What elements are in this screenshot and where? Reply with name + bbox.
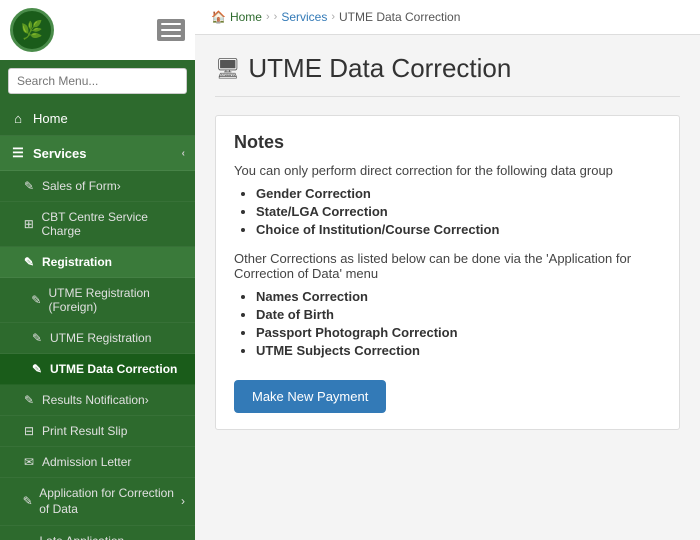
breadcrumb-current: UTME Data Correction	[339, 10, 460, 24]
sidebar-item-utme-registration[interactable]: ✎ UTME Registration	[0, 323, 195, 354]
sidebar-item-results-notification[interactable]: ✎ Results Notification ›	[0, 385, 195, 416]
sidebar-item-late-app-label: Late Application (Regularisation)	[39, 534, 181, 540]
other-corrections-list: Names Correction Date of Birth Passport …	[256, 289, 661, 358]
page-title-icon: 🖥	[215, 56, 240, 81]
other-item-1: Names Correction	[256, 289, 661, 304]
services-icon: ☰	[10, 145, 26, 161]
direct-item-3: Choice of Institution/Course Correction	[256, 222, 661, 237]
sidebar-logo: 🌿	[0, 0, 195, 60]
sidebar-item-print-label: Print Result Slip	[42, 424, 127, 438]
main-content: 🏠 Home › › Services › UTME Data Correcti…	[195, 0, 700, 540]
other-corrections-desc: Other Corrections as listed below can be…	[234, 251, 661, 281]
notes-title: Notes	[234, 132, 661, 153]
services-chevron-icon: ‹	[182, 148, 185, 159]
sidebar-item-admission-label: Admission Letter	[42, 455, 131, 469]
search-input[interactable]	[8, 68, 187, 94]
sidebar-item-application-correction[interactable]: ✎ Application for Correction of Data ›	[0, 478, 195, 526]
sidebar-item-utme-registration-label: UTME Registration	[50, 331, 151, 345]
sidebar-item-sales-of-form[interactable]: ✎ Sales of Form ›	[0, 171, 195, 202]
search-box	[0, 60, 195, 102]
app-correction-icon: ✎	[22, 494, 33, 510]
sidebar-item-utme-data-correction-label: UTME Data Correction	[50, 362, 177, 376]
sidebar-item-home-label: Home	[33, 111, 68, 126]
other-item-3: Passport Photograph Correction	[256, 325, 661, 340]
sidebar-item-results-label: Results Notification	[42, 393, 145, 407]
hamburger-button[interactable]	[157, 19, 185, 41]
content-area: 🖥 UTME Data Correction Notes You can onl…	[195, 35, 700, 464]
breadcrumb-home-icon: 🏠	[211, 10, 226, 24]
sidebar-item-late-application[interactable]: ⊕ Late Application (Regularisation) ›	[0, 526, 195, 540]
page-title-text: UTME Data Correction	[248, 53, 511, 84]
results-chevron-icon: ›	[145, 393, 149, 407]
notes-description: You can only perform direct correction f…	[234, 163, 661, 178]
admission-icon: ✉	[22, 455, 36, 469]
sidebar-item-utme-data-correction[interactable]: ✎ UTME Data Correction	[0, 354, 195, 385]
breadcrumb-sep2: ›	[274, 11, 278, 23]
sidebar-item-print-result[interactable]: ⊟ Print Result Slip	[0, 416, 195, 447]
sidebar-item-services-label: Services	[33, 146, 87, 161]
breadcrumb: 🏠 Home › › Services › UTME Data Correcti…	[195, 0, 700, 35]
sidebar-item-services[interactable]: ☰ Services ‹	[0, 136, 195, 171]
breadcrumb-services[interactable]: Services	[281, 10, 327, 24]
print-icon: ⊟	[22, 424, 36, 438]
notes-section: Notes You can only perform direct correc…	[215, 115, 680, 430]
sidebar-item-cbt-label: CBT Centre Service Charge	[41, 210, 185, 238]
breadcrumb-sep1: ›	[266, 11, 270, 23]
utme-reg-icon: ✎	[30, 331, 44, 345]
make-new-payment-button[interactable]: Make New Payment	[234, 380, 386, 413]
sidebar: 🌿 ⌂ Home ☰ Services ‹ ✎ Sales of Form › …	[0, 0, 195, 540]
sidebar-item-registration[interactable]: ✎ Registration	[0, 247, 195, 278]
sales-icon: ✎	[22, 179, 36, 193]
sidebar-item-sales-label: Sales of Form	[42, 179, 117, 193]
sidebar-item-admission-letter[interactable]: ✉ Admission Letter	[0, 447, 195, 478]
direct-item-2: State/LGA Correction	[256, 204, 661, 219]
results-icon: ✎	[22, 393, 36, 407]
home-icon: ⌂	[10, 111, 26, 126]
sidebar-item-home[interactable]: ⌂ Home	[0, 102, 195, 136]
page-title: 🖥 UTME Data Correction	[215, 53, 680, 97]
utme-data-icon: ✎	[30, 362, 44, 376]
sidebar-item-utme-foreign-label: UTME Registration (Foreign)	[48, 286, 185, 314]
registration-icon: ✎	[22, 255, 36, 269]
app-correction-chevron-icon: ›	[181, 494, 185, 510]
sidebar-item-cbt[interactable]: ⊞ CBT Centre Service Charge	[0, 202, 195, 247]
breadcrumb-sep3: ›	[331, 11, 335, 23]
utme-foreign-icon: ✎	[30, 293, 42, 307]
direct-item-1: Gender Correction	[256, 186, 661, 201]
direct-corrections-list: Gender Correction State/LGA Correction C…	[256, 186, 661, 237]
logo-emblem: 🌿	[10, 8, 54, 52]
breadcrumb-home: Home	[230, 10, 262, 24]
sidebar-item-app-correction-label: Application for Correction of Data	[39, 486, 181, 517]
sidebar-item-registration-label: Registration	[42, 255, 112, 269]
other-item-2: Date of Birth	[256, 307, 661, 322]
cbt-icon: ⊞	[22, 217, 35, 231]
sidebar-item-utme-foreign[interactable]: ✎ UTME Registration (Foreign)	[0, 278, 195, 323]
other-item-4: UTME Subjects Correction	[256, 343, 661, 358]
sales-chevron-icon: ›	[117, 179, 121, 193]
